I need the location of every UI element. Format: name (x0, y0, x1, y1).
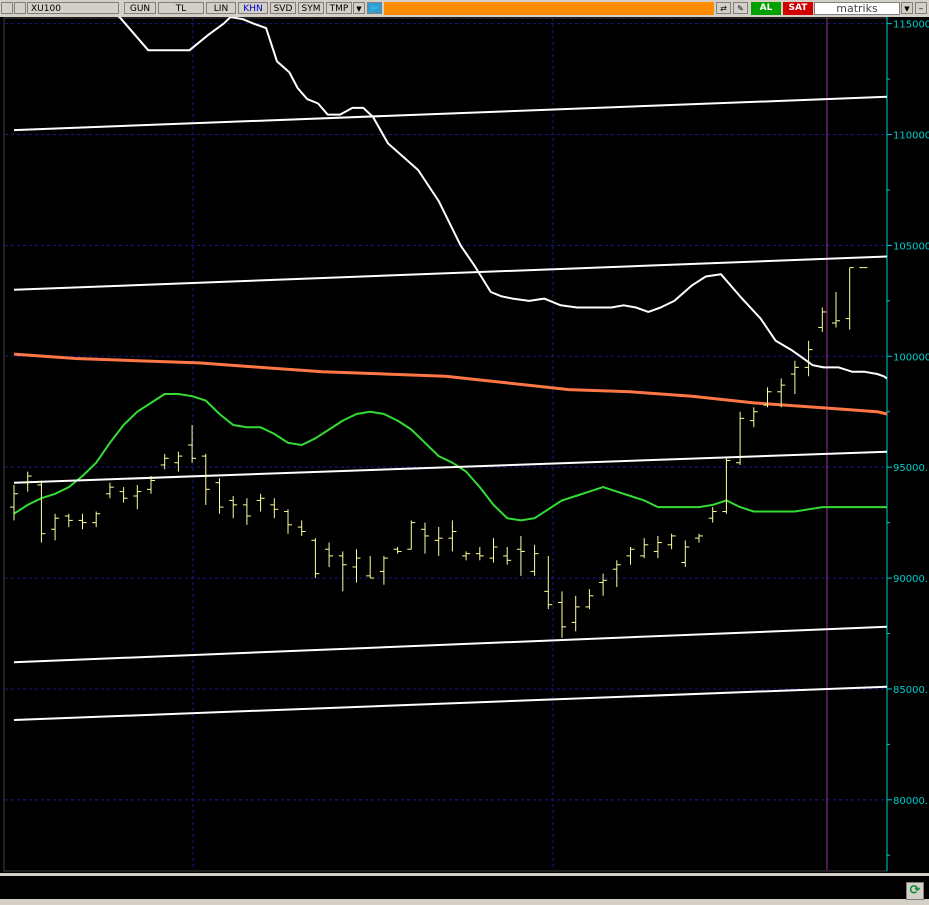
period-button-gun[interactable]: GUN (124, 2, 156, 14)
toolbar-accent-bar (384, 2, 714, 15)
chart-toolbar: XU100 GUN TL LIN KHN SVD SYM TMP ▼ 🐦 ⇄ ✎… (0, 0, 929, 18)
sync-icon[interactable]: ⇄ (716, 2, 731, 14)
buy-button[interactable]: AL (751, 2, 781, 15)
y-tick-label: 95000. (893, 463, 928, 474)
menu-arrow-icon[interactable]: ▼ (901, 2, 913, 14)
style-button-khn[interactable]: KHN (238, 2, 268, 14)
y-tick-label: 85000. (893, 685, 928, 696)
twitter-icon[interactable]: 🐦 (367, 2, 382, 14)
y-tick-label: 115000. (893, 20, 929, 31)
y-tick-label: 110000. (893, 131, 929, 142)
price-chart[interactable]: 115000. 110000. 105000. 100000. 95000. 90000.… (0, 17, 929, 905)
currency-button-tl[interactable]: TL (158, 2, 204, 14)
button-sym[interactable]: SYM (298, 2, 324, 14)
minimize-icon[interactable]: – (915, 2, 927, 14)
y-tick-label: 100000. (893, 352, 929, 363)
button-svd[interactable]: SVD (270, 2, 296, 14)
y-tick-label: 105000. (893, 241, 929, 252)
refresh-icon[interactable]: ⟳ (906, 882, 924, 900)
bottom-strip: ⟳ (0, 873, 929, 905)
button-tmp[interactable]: TMP (326, 2, 352, 14)
bottom-divider (0, 873, 929, 876)
chart-icon[interactable] (14, 2, 26, 14)
status-strip (0, 899, 929, 905)
chart-background (0, 17, 929, 905)
dropdown-arrow-icon[interactable]: ▼ (353, 2, 365, 14)
pen-icon[interactable]: ✎ (733, 2, 748, 14)
y-tick-label: 80000. (893, 796, 928, 807)
sell-button[interactable]: SAT (783, 2, 813, 15)
symbol-field[interactable]: XU100 (27, 2, 119, 14)
brand-logo: matriks (814, 2, 900, 15)
window-icon[interactable] (1, 2, 13, 14)
scale-button-lin[interactable]: LIN (206, 2, 236, 14)
y-tick-label: 90000. (893, 574, 928, 585)
